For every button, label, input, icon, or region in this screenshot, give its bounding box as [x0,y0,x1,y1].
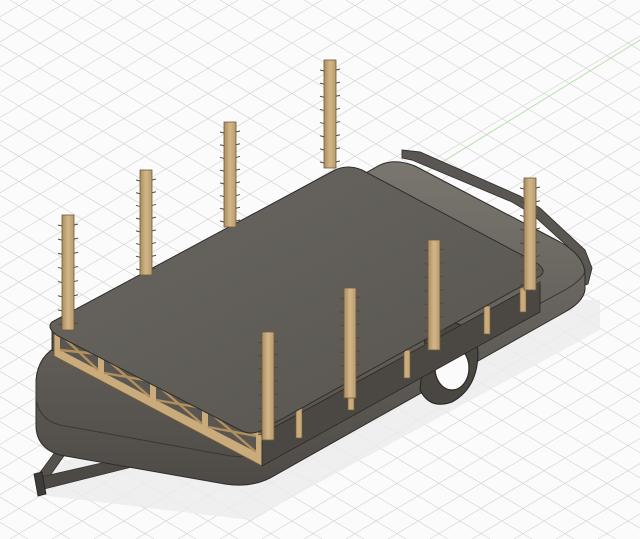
viewport-canvas[interactable] [0,0,640,539]
post [135,169,157,276]
3d-viewport[interactable] [0,0,640,539]
post [319,59,341,169]
